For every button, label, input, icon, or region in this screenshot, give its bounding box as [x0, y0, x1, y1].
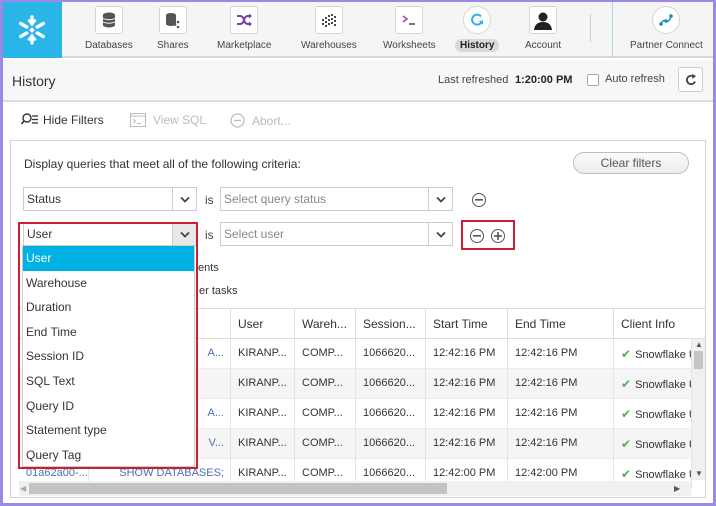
cell-user: KIRANP... [231, 339, 295, 369]
cell-warehouse: COMP... [295, 369, 356, 399]
horizontal-scroll-thumb[interactable] [29, 483, 447, 494]
terminal-icon [130, 113, 146, 127]
cell-end: 12:42:16 PM [508, 339, 614, 369]
shuffle-icon [230, 6, 259, 34]
nav-divider [590, 14, 591, 42]
column-header-end-time[interactable]: End Time [508, 308, 614, 339]
last-refreshed-label: Last refreshed [438, 74, 509, 86]
shares-icon [158, 6, 187, 34]
cell-session: 1066620... [356, 429, 426, 459]
clear-filters-button[interactable]: Clear filters [573, 152, 689, 174]
history-icon [463, 6, 492, 34]
abort-button[interactable]: Abort... [230, 113, 291, 128]
cell-end: 12:42:16 PM [508, 399, 614, 429]
minus-circle-icon [230, 113, 245, 128]
page-header: History Last refreshed 1:20:00 PM Auto r… [3, 60, 713, 102]
cell-end: 12:42:16 PM [508, 369, 614, 399]
nav-shares[interactable]: Shares [152, 6, 194, 54]
cell-client: ✔ Snowflake U [614, 429, 692, 459]
success-check-icon: ✔ [621, 467, 632, 481]
database-icon [94, 6, 123, 34]
partner-connect-icon [652, 6, 681, 34]
nav-marketplace[interactable]: Marketplace [212, 6, 276, 54]
cell-user: KIRANP... [231, 399, 295, 429]
success-check-icon: ✔ [621, 407, 632, 421]
snowflake-logo[interactable] [2, 2, 62, 58]
cell-session: 1066620... [356, 339, 426, 369]
cell-start: 12:42:16 PM [426, 339, 508, 369]
cell-warehouse: COMP... [295, 339, 356, 369]
cell-user: KIRANP... [231, 369, 295, 399]
filter-field-select-status[interactable]: Status [23, 187, 197, 211]
nav-divider-accent [612, 2, 613, 58]
horizontal-scrollbar[interactable]: ◀ ▶ [19, 481, 691, 496]
cell-client: ✔ Snowflake U [614, 339, 692, 369]
scroll-right-icon[interactable]: ▶ [674, 484, 680, 493]
refresh-icon [685, 73, 696, 85]
is-label: is [205, 193, 214, 207]
column-header-user[interactable]: User [231, 308, 295, 339]
is-label: is [205, 228, 214, 242]
filter-search-icon [21, 113, 38, 125]
success-check-icon: ✔ [621, 437, 632, 451]
vertical-scrollbar[interactable]: ▲ ▼ [692, 339, 705, 480]
nav-databases[interactable]: Databases [80, 6, 138, 54]
top-nav: Databases Shares Marketplace Warehouses … [0, 0, 716, 58]
cell-session: 1066620... [356, 399, 426, 429]
chevron-down-icon [172, 188, 196, 210]
terminal-icon [395, 6, 424, 34]
view-sql-button[interactable]: View SQL [130, 113, 206, 127]
nav-worksheets[interactable]: Worksheets [378, 6, 441, 54]
chevron-down-icon [428, 188, 452, 210]
cell-user: KIRANP... [231, 429, 295, 459]
minus-icon [475, 199, 483, 201]
column-header-warehouse[interactable]: Wareh... [295, 308, 356, 339]
nav-history[interactable]: History [455, 6, 500, 54]
query-status-select[interactable]: Select query status [220, 187, 453, 211]
last-refreshed-time: 1:20:00 PM [515, 74, 573, 86]
nav-partner-connect[interactable]: Partner Connect [625, 6, 708, 54]
refresh-button[interactable] [678, 67, 703, 92]
cell-warehouse: COMP... [295, 399, 356, 429]
option-partial-text: ents [198, 262, 219, 274]
column-header-start-time[interactable]: Start Time [426, 308, 508, 339]
cell-end: 12:42:16 PM [508, 429, 614, 459]
user-select[interactable]: Select user [220, 222, 453, 246]
cell-start: 12:42:16 PM [426, 399, 508, 429]
vertical-scroll-thumb[interactable] [694, 351, 703, 369]
cell-warehouse: COMP... [295, 429, 356, 459]
cell-client: ✔ Snowflake U [614, 399, 692, 429]
highlight-box [461, 220, 515, 250]
chevron-down-icon [428, 223, 452, 245]
warehouse-icon [314, 6, 343, 34]
column-header-client-info[interactable]: Client Info [614, 308, 705, 339]
success-check-icon: ✔ [621, 377, 632, 391]
page-title: History [12, 73, 56, 89]
criteria-text: Display queries that meet all of the fol… [24, 157, 301, 171]
remove-filter-button[interactable] [472, 193, 486, 207]
cell-client: ✔ Snowflake U [614, 369, 692, 399]
nav-warehouses[interactable]: Warehouses [296, 6, 362, 54]
column-header-session[interactable]: Session... [356, 308, 426, 339]
nav-account[interactable]: Account [520, 6, 566, 54]
success-check-icon: ✔ [621, 347, 632, 361]
snowflake-icon [18, 15, 45, 45]
scroll-left-icon[interactable]: ◀ [20, 484, 26, 493]
toolbar: Hide Filters View SQL Abort... [3, 104, 713, 138]
cell-start: 12:42:16 PM [426, 369, 508, 399]
auto-refresh-checkbox[interactable] [587, 74, 599, 86]
highlight-box [18, 222, 198, 469]
option-partial-text: er tasks [199, 285, 238, 297]
scroll-up-icon[interactable]: ▲ [695, 340, 703, 349]
scroll-down-icon[interactable]: ▼ [695, 469, 703, 478]
cell-session: 1066620... [356, 369, 426, 399]
auto-refresh-label[interactable]: Auto refresh [605, 73, 665, 85]
cell-start: 12:42:16 PM [426, 429, 508, 459]
hide-filters-button[interactable]: Hide Filters [21, 113, 104, 127]
user-icon [529, 6, 558, 34]
